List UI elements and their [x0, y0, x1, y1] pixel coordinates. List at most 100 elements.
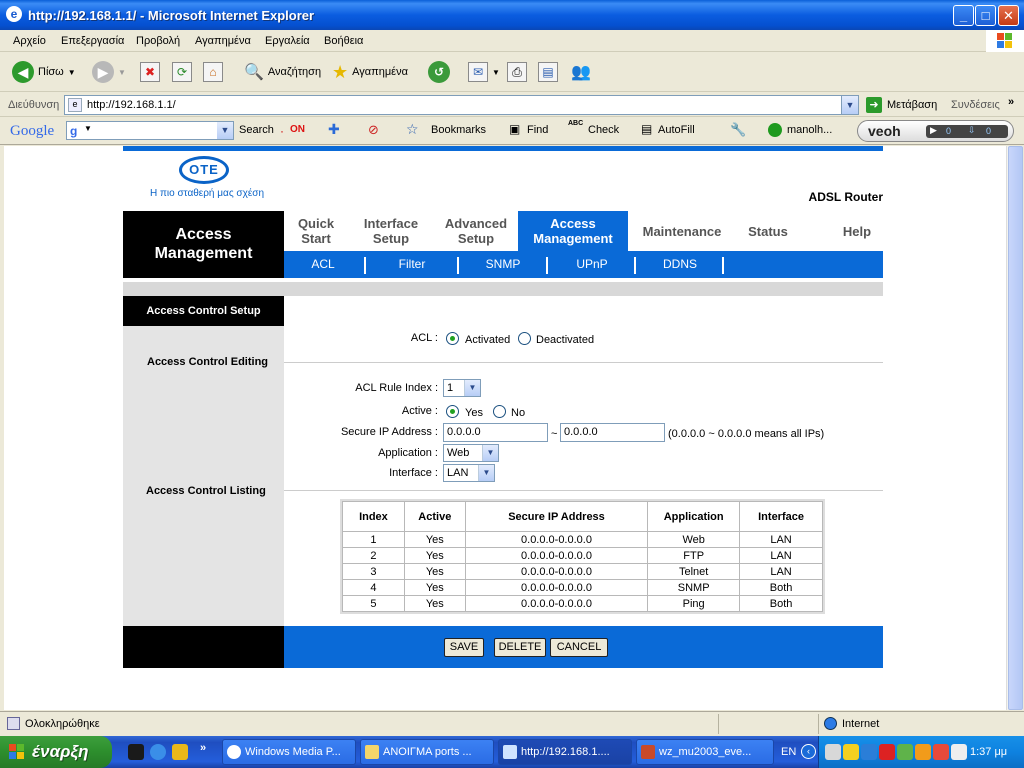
tab-maintenance[interactable]: Maintenance: [634, 211, 730, 251]
autofill-button[interactable]: AutoFill: [658, 124, 695, 136]
save-button[interactable]: SAVE: [444, 638, 484, 657]
menu-file[interactable]: Αρχείο: [13, 35, 46, 47]
address-dropdown-icon[interactable]: ▼: [841, 96, 858, 114]
menu-view[interactable]: Προβολή: [136, 35, 180, 47]
refresh-button[interactable]: ⟳: [172, 60, 192, 84]
tab-access-management[interactable]: Access Management: [518, 211, 628, 251]
bookmarks-button[interactable]: Bookmarks: [431, 124, 486, 136]
tray-expand-icon[interactable]: ‹: [801, 744, 816, 759]
active-no-radio[interactable]: [493, 405, 506, 418]
language-indicator[interactable]: EN: [781, 746, 796, 758]
minimize-button[interactable]: _: [953, 5, 974, 26]
blocked-icon[interactable]: ⊘: [368, 122, 379, 138]
acl-deactivated-radio[interactable]: [518, 332, 531, 345]
tray-network-icon[interactable]: [825, 744, 841, 760]
check-button[interactable]: Check: [588, 124, 619, 136]
quicklaunch-ie-icon[interactable]: [150, 744, 166, 760]
rule-index-select[interactable]: 1 ▼: [443, 379, 481, 397]
google-dropdown-icon[interactable]: ▼: [217, 122, 233, 139]
menu-favorites[interactable]: Αγαπημένα: [195, 35, 251, 47]
tab-status[interactable]: Status: [740, 211, 796, 251]
account-button[interactable]: manolh...: [787, 124, 832, 136]
menu-edit[interactable]: Επεξεργασία: [61, 35, 124, 47]
go-button[interactable]: Μετάβαση: [887, 99, 937, 111]
acl-deactivated-label: Deactivated: [536, 334, 595, 346]
subtab-snmp[interactable]: SNMP: [460, 251, 546, 278]
favorites-button[interactable]: ★ Αγαπημένα: [332, 60, 408, 84]
table-cell: 1: [342, 531, 405, 548]
title-bar[interactable]: e http://192.168.1.1/ - Microsoft Intern…: [0, 0, 1024, 30]
task-windows-media[interactable]: Windows Media P...: [222, 739, 356, 765]
quicklaunch-chevron-icon[interactable]: »: [200, 742, 206, 754]
task-label: ΑΝΟΙΓΜΑ ports ...: [383, 746, 472, 758]
history-button[interactable]: ↺: [428, 60, 450, 84]
tray-security-icon[interactable]: [879, 744, 895, 760]
tray-blocked-icon[interactable]: [933, 744, 949, 760]
subtab-acl[interactable]: ACL: [284, 251, 362, 278]
home-button[interactable]: ⌂: [203, 60, 223, 84]
go-arrow-icon[interactable]: ➜: [866, 97, 882, 113]
tray-app-icon[interactable]: [915, 744, 931, 760]
secure-ip-end-input[interactable]: 0.0.0.0: [560, 423, 665, 442]
links-button[interactable]: Συνδέσεις: [951, 99, 1000, 111]
vertical-scrollbar[interactable]: [1006, 146, 1023, 710]
popup-blocker-button[interactable]: ON: [290, 124, 305, 135]
access-control-editing-label: Access Control Editing: [147, 356, 269, 368]
address-input[interactable]: e http://192.168.1.1/ ▼: [64, 95, 859, 115]
close-button[interactable]: ✕: [998, 5, 1019, 26]
tray-shield-icon[interactable]: [843, 744, 859, 760]
google-logo[interactable]: Google: [10, 123, 54, 140]
google-search-button[interactable]: Search: [239, 124, 274, 136]
cancel-button[interactable]: CANCEL: [550, 638, 608, 657]
divider: [284, 490, 883, 491]
clock[interactable]: 1:37 μμ: [970, 746, 1007, 758]
start-button[interactable]: έναρξη: [0, 736, 112, 768]
delete-button[interactable]: DELETE: [494, 638, 546, 657]
tab-label: Access: [550, 216, 596, 231]
messenger-button[interactable]: 👥: [571, 60, 591, 84]
stop-button[interactable]: ✖: [140, 60, 160, 84]
back-button[interactable]: ◀ Πίσω ▼: [12, 60, 76, 84]
tab-interface-setup[interactable]: Interface Setup: [354, 211, 428, 251]
wrench-icon[interactable]: 🔧: [730, 122, 746, 138]
ie-page-icon: [503, 745, 517, 759]
search-button[interactable]: 🔍 Αναζήτηση: [244, 60, 321, 84]
task-wz-mu2003[interactable]: wz_mu2003_eve...: [636, 739, 774, 765]
google-search-input[interactable]: g ▼ ▼: [66, 121, 234, 140]
table-cell: Yes: [403, 579, 466, 596]
plus-icon[interactable]: ✚: [328, 121, 340, 138]
tab-quick-start[interactable]: Quick Start: [284, 211, 348, 251]
find-button[interactable]: Find: [527, 124, 548, 136]
subtab-filter[interactable]: Filter: [368, 251, 456, 278]
overflow-chevron-icon[interactable]: »: [1008, 96, 1014, 108]
active-yes-radio[interactable]: [446, 405, 459, 418]
maximize-button[interactable]: □: [975, 5, 996, 26]
edit-button[interactable]: ▤: [538, 60, 558, 84]
task-anoigma-ports[interactable]: ΑΝΟΙΓΜΑ ports ...: [360, 739, 494, 765]
sep-icon: ·: [280, 124, 284, 138]
subtab-upnp[interactable]: UPnP: [549, 251, 635, 278]
mail-button[interactable]: ✉ ▼: [468, 60, 500, 84]
veoh-widget[interactable]: veoh ▶ 0 ⇩ 0: [857, 120, 1014, 142]
tab-help[interactable]: Help: [832, 211, 882, 251]
menu-help[interactable]: Βοήθεια: [324, 35, 363, 47]
subtab-ddns[interactable]: DDNS: [637, 251, 723, 278]
tray-antivirus-icon[interactable]: [861, 744, 877, 760]
task-ie-router[interactable]: http://192.168.1....: [498, 739, 632, 765]
secure-ip-start-input[interactable]: 0.0.0.0: [443, 423, 548, 442]
menu-tools[interactable]: Εργαλεία: [265, 35, 310, 47]
quicklaunch-app-icon[interactable]: [128, 744, 144, 760]
section-title: Access Management: [123, 211, 284, 278]
acl-activated-radio[interactable]: [446, 332, 459, 345]
scrollbar-thumb[interactable]: [1008, 146, 1023, 710]
tab-advanced-setup[interactable]: Advanced Setup: [438, 211, 514, 251]
table-cell: Yes: [403, 547, 466, 564]
application-select[interactable]: Web ▼: [443, 444, 499, 462]
print-button[interactable]: ⎙: [507, 60, 527, 84]
tray-user-icon[interactable]: [897, 744, 913, 760]
ote-logo: OTE: [179, 156, 229, 184]
forward-button[interactable]: ▶ ▼: [92, 60, 126, 84]
quicklaunch-app2-icon[interactable]: [172, 744, 188, 760]
interface-select[interactable]: LAN ▼: [443, 464, 495, 482]
tray-volume-icon[interactable]: [951, 744, 967, 760]
